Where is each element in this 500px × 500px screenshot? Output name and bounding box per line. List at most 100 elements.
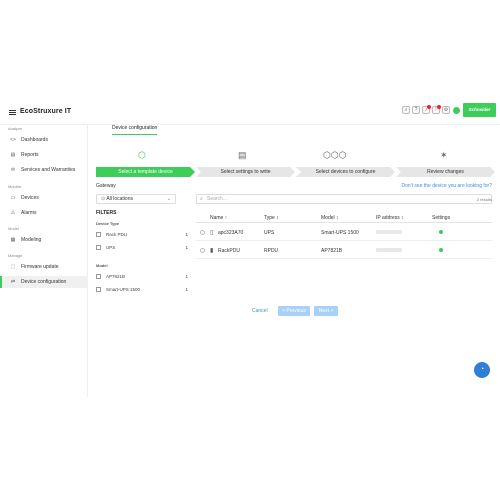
filter-group-device-type: Device Type [96, 221, 120, 226]
cell-ip-redacted [376, 230, 402, 234]
tab-device-configuration[interactable]: Device configuration [112, 125, 158, 135]
chevron-down-icon: ⌄ [166, 196, 171, 202]
sidebar-item-label: Alarms [21, 210, 37, 216]
checkbox[interactable] [96, 244, 101, 250]
filter-option-count: 1 [185, 244, 188, 250]
cell-name: apc323A70 [218, 230, 244, 236]
sidebar-item-reports[interactable]: ▤ Reports [0, 149, 88, 161]
table-header: Name ↑ Type ↕ Model ↕ IP address ↕ Setti… [196, 214, 492, 223]
filter-option[interactable]: Rack PDU 1 [96, 230, 188, 238]
checkbox[interactable] [96, 273, 101, 279]
step-select-template[interactable]: Select a template device [96, 167, 195, 177]
magic-wand-icon: ✶ [440, 150, 448, 160]
top-icon-group: ⌕ ? ♪ ! ⚙ [402, 105, 460, 114]
sidebar: Analyze <> Dashboards ▤ Reports ✉ Servic… [0, 125, 88, 397]
search-placeholder: Search... [207, 196, 228, 202]
grid-icon: ▦ [10, 237, 16, 243]
row-radio[interactable] [200, 248, 205, 253]
device-icon: ▭ [10, 195, 16, 201]
main-content: Device configuration ⬡ ▤ ⬡⬡⬡ ✶ Select a … [88, 125, 500, 397]
cubes-icon: ⬡⬡⬡ [323, 150, 347, 160]
location-select[interactable]: ⊙ All locations ⌄ [96, 194, 176, 204]
sidebar-item-label: Dashboards [21, 137, 48, 143]
search-icon: ⌕ [200, 196, 203, 202]
code-icon: <> [10, 137, 16, 143]
filter-option-label: Smart-UPS 1500 [106, 286, 141, 292]
filter-option-count: 1 [185, 231, 188, 237]
checkbox[interactable] [96, 286, 101, 292]
filter-option-count: 1 [185, 273, 188, 279]
previous-button[interactable]: < Previous [278, 306, 310, 316]
notification-icon[interactable]: ♪ [422, 105, 431, 114]
search-input[interactable]: ⌕ Search... [196, 194, 492, 204]
results-count: 2 results [476, 197, 492, 202]
help-icon[interactable]: ? [412, 106, 420, 114]
app-window: EcoStruxure IT ⌕ ? ♪ ! ⚙ Schneider Analy… [0, 97, 500, 397]
filter-option-label: UPS [106, 244, 116, 250]
table-row[interactable]: ▯ apc323A70 UPS Smart-UPS 1500 [196, 224, 492, 241]
checkbox[interactable] [96, 231, 101, 237]
row-radio[interactable] [200, 230, 205, 235]
step-review-changes[interactable]: Review changes [396, 167, 495, 177]
section-manage: Manage [8, 253, 23, 258]
user-avatar[interactable] [453, 106, 460, 114]
search-icon[interactable]: ⌕ [402, 106, 410, 114]
filter-group-model: Model [96, 263, 108, 268]
filter-option-count: 1 [185, 286, 188, 292]
column-settings: Settings [432, 215, 451, 221]
sidebar-item-label: Devices [21, 195, 39, 201]
column-name[interactable]: Name ↑ [210, 215, 227, 221]
ups-icon: ▯ [210, 230, 214, 236]
cell-model: AP7821B [321, 248, 343, 254]
alert-icon[interactable]: ! [432, 105, 441, 114]
sidebar-item-label: Reports [21, 152, 39, 158]
cell-ip-redacted [376, 248, 402, 252]
sidebar-item-dashboards[interactable]: <> Dashboards [0, 134, 88, 146]
column-ip[interactable]: IP address ↕ [376, 215, 404, 221]
column-type[interactable]: Type ↕ [264, 215, 279, 221]
filter-option-label: Rack PDU [106, 231, 128, 237]
filter-option[interactable]: AP7821B 1 [96, 272, 188, 280]
filter-option[interactable]: UPS 1 [96, 243, 188, 251]
step-select-settings[interactable]: Select settings to write [196, 167, 295, 177]
sidebar-item-label: Firmware update [21, 264, 59, 270]
filter-option[interactable]: Smart-UPS 1500 1 [96, 285, 188, 293]
report-icon: ▤ [10, 152, 16, 158]
sidebar-item-firmware[interactable]: ⬚ Firmware update [0, 261, 88, 273]
sidebar-item-label: Services and Warranties [21, 167, 76, 173]
cell-type: RPDU [264, 248, 279, 254]
cell-type: UPS [264, 230, 275, 236]
settings-status-dot [439, 248, 443, 252]
sidebar-item-services[interactable]: ✉ Services and Warranties [0, 164, 88, 176]
table-row[interactable]: ▮ RackPDU RPDU AP7821B [196, 242, 492, 259]
pdu-icon: ▮ [210, 248, 214, 254]
section-analyze: Analyze [8, 126, 23, 131]
sidebar-item-device-configuration[interactable]: ⇄ Device configuration [0, 276, 88, 288]
settings-icon[interactable]: ⚙ [442, 106, 450, 114]
sidebar-item-modeling[interactable]: ▦ Modeling [0, 234, 88, 246]
filter-option-label: AP7821B [106, 273, 126, 279]
sidebar-item-devices[interactable]: ▭ Devices [0, 192, 88, 204]
cancel-button[interactable]: Cancel [252, 308, 268, 314]
location-select-value: All locations [106, 196, 133, 202]
column-model[interactable]: Model ↕ [321, 215, 339, 221]
section-monitor: Monitor [8, 184, 22, 189]
top-bar: EcoStruxure IT ⌕ ? ♪ ! ⚙ Schneider [0, 97, 500, 125]
chat-help-button[interactable]: ◔ [474, 362, 490, 378]
filters-heading: FILTERS [96, 210, 117, 216]
document-icon: ▤ [238, 150, 247, 160]
sync-icon: ⇄ [10, 279, 16, 285]
cell-name: RackPDU [218, 248, 240, 254]
gateway-label: Gateway [96, 183, 116, 189]
firmware-icon: ⬚ [10, 264, 16, 270]
section-model: Model [8, 226, 19, 231]
menu-icon[interactable] [9, 110, 16, 115]
sidebar-item-label: Modeling [21, 237, 42, 243]
step-select-devices[interactable]: Select devices to configure [296, 167, 395, 177]
schneider-logo: Schneider [463, 103, 496, 117]
warning-icon: ⚠ [10, 210, 16, 216]
sidebar-item-alarms[interactable]: ⚠ Alarms [0, 207, 88, 219]
not-see-device-link[interactable]: Don't see the device you are looking for… [402, 183, 492, 189]
cell-model: Smart-UPS 1500 [321, 230, 359, 236]
next-button[interactable]: Next > [314, 306, 338, 316]
